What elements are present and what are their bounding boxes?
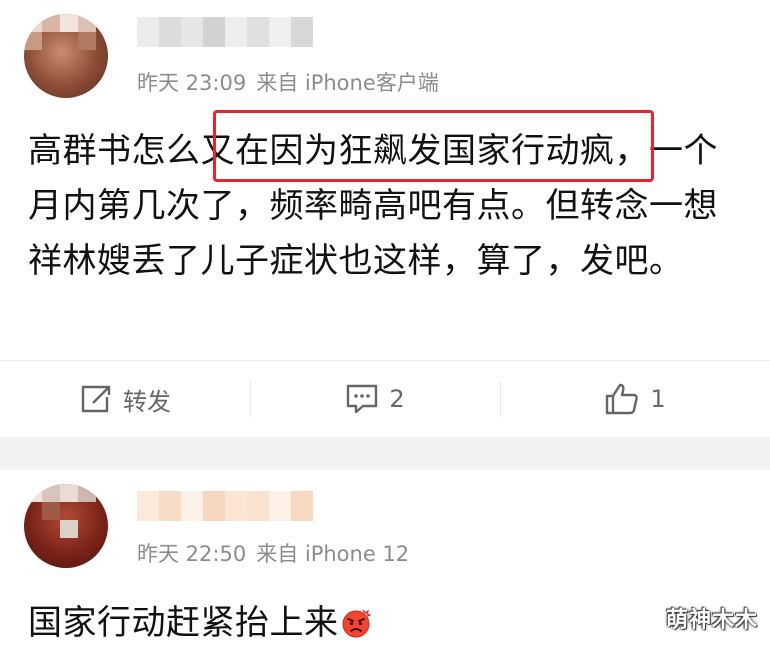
repost-label: 转发 — [123, 387, 171, 416]
watermark: 萌神木木 — [665, 608, 758, 633]
avatar-mosaic-tile — [42, 14, 60, 32]
weibo-post: 昨天 22:50 来自 iPhone 12 国家行动赶紧抬上来 — [0, 470, 770, 650]
weibo-post: 昨天 23:09 来自 iPhone客户端 高群书怎么又在因为狂飙发国家行动疯，一… — [0, 0, 770, 437]
avatar-mosaic-tile — [60, 14, 78, 32]
post-time: 昨天 22:50 — [137, 542, 247, 566]
avatar-mosaic-tile — [24, 32, 42, 50]
angry-face-emoji-icon — [342, 609, 371, 638]
avatar-mosaic-tile — [24, 484, 42, 502]
post-separator — [0, 437, 770, 470]
username-blurred[interactable] — [137, 17, 313, 47]
username-blurred[interactable] — [137, 491, 313, 521]
avatar-mosaic-tile — [42, 502, 60, 520]
avatar-mosaic-tile — [60, 484, 78, 502]
post-content-text: 国家行动赶紧抬上来 — [28, 603, 339, 643]
post-meta: 昨天 23:09 来自 iPhone客户端 — [137, 67, 439, 97]
share-arrow-icon — [81, 385, 111, 413]
avatar-mosaic-tile — [78, 14, 96, 32]
post-time: 昨天 23:09 — [137, 71, 247, 95]
post-content: 国家行动赶紧抬上来 — [28, 596, 728, 651]
post-meta: 昨天 22:50 来自 iPhone 12 — [137, 538, 409, 568]
post-source: 来自 iPhone 12 — [256, 542, 410, 566]
highlight-annotation-box — [213, 110, 654, 182]
action-bar: 转发 2 1 — [0, 360, 770, 437]
thumbs-up-icon — [606, 383, 639, 415]
comment-icon — [347, 384, 378, 414]
avatar-mosaic-tile — [78, 32, 96, 50]
post-source: 来自 iPhone客户端 — [256, 71, 439, 95]
avatar-mosaic-tile — [42, 484, 60, 502]
avatar-mosaic-tile — [78, 484, 96, 502]
like-count: 1 — [650, 385, 666, 413]
avatar[interactable] — [24, 484, 108, 568]
repost-button[interactable]: 转发 — [0, 361, 250, 437]
comment-button[interactable]: 2 — [250, 361, 500, 437]
avatar-mosaic-tile — [24, 14, 42, 32]
comment-count: 2 — [389, 385, 405, 413]
avatar[interactable] — [24, 14, 108, 98]
like-button[interactable]: 1 — [500, 361, 770, 437]
avatar-mosaic-tile — [60, 520, 78, 538]
